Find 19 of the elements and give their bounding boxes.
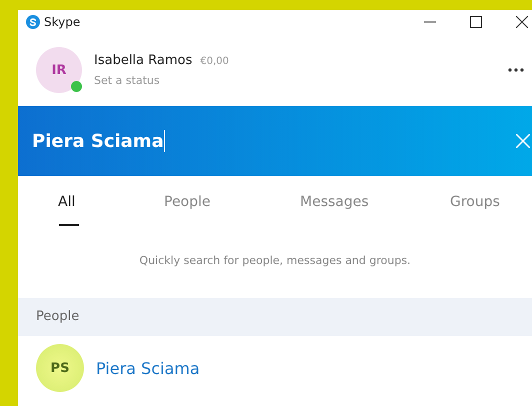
- more-options-icon[interactable]: [508, 68, 524, 72]
- credit-balance: €0,00: [200, 56, 229, 67]
- skype-logo-icon: [26, 15, 40, 29]
- window-title: Skype: [44, 15, 80, 29]
- contact-name[interactable]: Piera Sciama: [96, 358, 200, 378]
- search-field[interactable]: Piera Sciama: [32, 130, 165, 152]
- contact-avatar[interactable]: PS: [36, 344, 84, 392]
- user-name: Isabella Ramos: [94, 53, 192, 68]
- filter-tab[interactable]: Groups: [450, 176, 500, 236]
- filter-tab[interactable]: Messages: [300, 176, 450, 236]
- close-icon[interactable]: [516, 16, 528, 28]
- filter-tab[interactable]: All: [58, 176, 164, 236]
- filter-tab[interactable]: People: [164, 176, 300, 236]
- search-hint: Quickly search for people, messages and groups.: [138, 253, 412, 269]
- user-avatar[interactable]: IR: [36, 47, 82, 93]
- close-search-icon[interactable]: [516, 134, 530, 148]
- set-status-link[interactable]: Set a status: [94, 74, 229, 87]
- maximize-icon[interactable]: [470, 16, 482, 28]
- section-header: People: [18, 298, 532, 336]
